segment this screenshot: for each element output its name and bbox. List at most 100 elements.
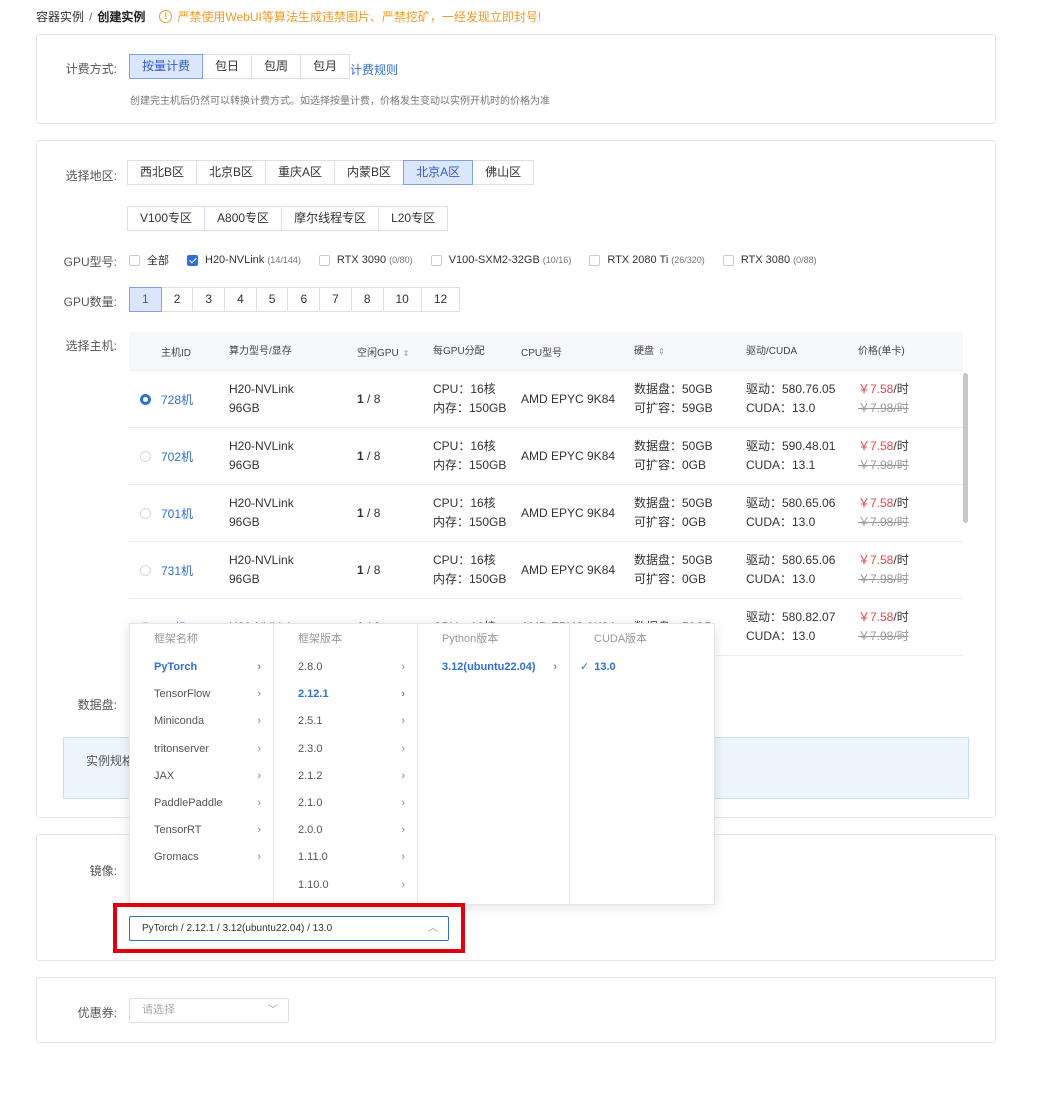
region-option[interactable]: L20专区 — [378, 206, 449, 231]
gpu-type-count: (26/320) — [671, 255, 705, 265]
host-id[interactable]: 728机 — [161, 391, 229, 408]
host-radio[interactable] — [139, 564, 151, 576]
sort-icon[interactable]: ⇕ — [658, 347, 665, 356]
chevron-right-icon: › — [257, 715, 261, 728]
host-radio[interactable] — [139, 450, 151, 462]
image-cascader-menu: 框架名称 PyTorch › TensorFlow › Miniconda › triton… — [129, 623, 715, 905]
chevron-down-icon: ﹀ — [268, 1005, 278, 1016]
table-row[interactable]: 701机 H20-NVLink 96GB 1 / 8 CPU：16核 内存：150GB AM… — [129, 485, 963, 542]
gpu-count-option[interactable]: 5 — [255, 287, 289, 312]
gpu-type-label: GPU型号: — [63, 255, 117, 269]
gpu-type-option[interactable]: RTX 3090 (0/80) — [318, 254, 413, 266]
gpu-count-option[interactable]: 6 — [287, 287, 321, 312]
gpu-type-option[interactable]: RTX 3080 (0/88) — [722, 254, 817, 266]
version-option[interactable]: 1.10.0 › — [274, 872, 417, 899]
cuda-option[interactable]: ✓ 13.0 — [570, 654, 714, 681]
gpu-count-option[interactable]: 3 — [192, 287, 226, 312]
chevron-right-icon: › — [401, 661, 405, 673]
framework-option[interactable]: TensorRT › — [130, 817, 273, 844]
version-option-label: 2.8.0 — [298, 661, 323, 673]
host-cpu: AMD EPYC 9K84 — [521, 392, 616, 406]
col-header-disk[interactable]: 硬盘 ⇕ — [634, 342, 746, 361]
version-option[interactable]: 2.1.2 › — [274, 763, 417, 790]
sort-icon[interactable]: ⇕ — [403, 349, 410, 358]
price-current: ￥7.58 — [858, 439, 894, 453]
region-option[interactable]: V100专区 — [127, 206, 206, 231]
host-id[interactable]: 702机 — [161, 448, 229, 465]
gpu-count-option[interactable]: 12 — [420, 287, 461, 312]
billing-rules-link[interactable]: 计费规则 — [350, 61, 398, 78]
breadcrumb-parent[interactable]: 容器实例 — [36, 8, 84, 25]
framework-option[interactable]: PaddlePaddle › — [130, 790, 273, 817]
billing-option-daily[interactable]: 包日 — [202, 54, 253, 79]
host-radio[interactable] — [139, 393, 151, 405]
col-header-model: 算力型号/显存 — [229, 345, 292, 357]
gpu-type-name: RTX 3080 — [740, 254, 791, 266]
checkbox-checked[interactable] — [187, 254, 198, 266]
checkbox[interactable] — [722, 254, 734, 266]
gpu-type-option[interactable]: RTX 2080 Ti (26/320) — [589, 254, 705, 266]
gpu-count-option[interactable]: 8 — [350, 287, 384, 312]
version-option[interactable]: 2.12.1 › — [274, 681, 417, 708]
gpu-count-option[interactable]: 2 — [160, 287, 194, 312]
host-radio[interactable] — [139, 507, 151, 519]
table-row[interactable]: 731机 H20-NVLink 96GB 1 / 8 CPU：16核 内存：150GB AM… — [129, 542, 963, 599]
version-option[interactable]: 1.11.0 › — [274, 844, 417, 871]
region-option[interactable]: 摩尔线程专区 — [281, 206, 380, 231]
region-option[interactable]: A800专区 — [204, 206, 283, 231]
gpu-type-count: (0/80) — [389, 255, 413, 265]
gpu-type-option[interactable]: V100-SXM2-32GB (10/16) — [430, 254, 572, 266]
billing-option-weekly[interactable]: 包周 — [251, 54, 302, 79]
coupon-select[interactable]: 请选择 ﹀ — [129, 998, 289, 1023]
check-icon: ✓ — [580, 661, 590, 673]
checkbox[interactable] — [129, 254, 140, 266]
region-option-selected[interactable]: 北京A区 — [403, 160, 474, 185]
breadcrumb-current: 创建实例 — [97, 10, 146, 24]
table-row[interactable]: 702机 H20-NVLink 96GB 1 / 8 CPU：16核 内存：150GB AM… — [129, 428, 963, 485]
gpu-type-count: (10/16) — [542, 255, 572, 265]
host-disk-ext: 可扩容：0GB — [634, 458, 707, 472]
region-option[interactable]: 重庆A区 — [265, 160, 336, 185]
version-option[interactable]: 2.0.0 › — [274, 817, 417, 844]
host-table-scrollbar[interactable] — [963, 373, 968, 523]
version-option[interactable]: 2.1.0 › — [274, 790, 417, 817]
gpu-count-option-selected[interactable]: 1 — [129, 287, 162, 312]
region-option[interactable]: 内蒙B区 — [334, 160, 405, 185]
framework-option[interactable]: TensorFlow › — [130, 681, 273, 708]
framework-option[interactable]: Gromacs › — [130, 844, 273, 871]
gpu-type-option[interactable]: H20-NVLink (14/144) — [187, 254, 301, 266]
gpu-count-option[interactable]: 4 — [224, 287, 257, 312]
framework-option[interactable]: JAX › — [130, 763, 273, 790]
region-option[interactable]: 佛山区 — [472, 160, 535, 185]
framework-option[interactable]: Miniconda › — [130, 708, 273, 735]
price-current: ￥7.58 — [858, 553, 894, 567]
col-header-free-gpu[interactable]: 空闲GPU ⇕ — [357, 344, 433, 359]
gpu-count-option[interactable]: 10 — [382, 287, 422, 312]
framework-column-title: 框架名称 — [154, 633, 198, 645]
version-option[interactable]: 2.3.0 › — [274, 736, 417, 763]
billing-label: 计费方式: — [65, 62, 117, 76]
host-id[interactable]: 731机 — [161, 562, 229, 579]
spec-label: 实例规格 — [86, 754, 135, 768]
region-option[interactable]: 西北B区 — [127, 160, 198, 185]
framework-option[interactable]: tritonserver › — [130, 736, 273, 763]
host-model-mem: 96GB — [229, 572, 260, 586]
version-option[interactable]: 2.5.1 › — [274, 708, 417, 735]
chevron-right-icon: › — [401, 769, 405, 782]
python-option[interactable]: 3.12(ubuntu22.04) › — [418, 654, 569, 681]
checkbox[interactable] — [318, 254, 330, 266]
billing-option-monthly[interactable]: 包月 — [300, 54, 351, 79]
framework-option[interactable]: PyTorch › — [130, 654, 273, 681]
version-option[interactable]: 2.8.0 › — [274, 654, 417, 681]
chevron-right-icon: › — [401, 796, 405, 809]
checkbox[interactable] — [430, 254, 442, 266]
gpu-count-option[interactable]: 7 — [319, 287, 352, 312]
col-header-cpu: CPU型号 — [521, 347, 563, 359]
gpu-type-option[interactable]: 全部 — [129, 252, 169, 268]
billing-option-hourly[interactable]: 按量计费 — [129, 54, 204, 79]
checkbox[interactable] — [589, 254, 601, 266]
chevron-right-icon: › — [553, 661, 557, 673]
host-id[interactable]: 701机 — [161, 505, 229, 522]
region-option[interactable]: 北京B区 — [196, 160, 267, 185]
table-row[interactable]: 728机 H20-NVLink 96GB 1 / 8 CPU：16核 内存：150GB AM… — [129, 371, 963, 428]
